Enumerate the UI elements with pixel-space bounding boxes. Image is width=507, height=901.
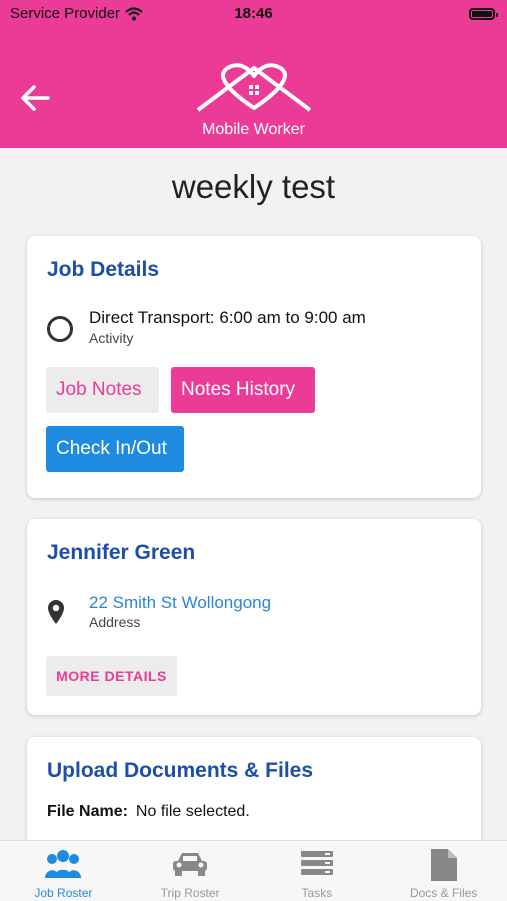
client-address-link[interactable]: 22 Smith St Wollongong bbox=[89, 593, 271, 613]
address-label: Address bbox=[89, 614, 141, 630]
back-arrow-icon[interactable] bbox=[18, 80, 54, 116]
tab-job-roster[interactable]: Job Roster bbox=[0, 841, 127, 901]
notes-history-button[interactable]: Notes History bbox=[171, 367, 315, 413]
tab-label: Docs & Files bbox=[409, 886, 478, 900]
bottom-tab-bar: Job Roster Trip Roster Tasks Docs & File… bbox=[0, 840, 507, 901]
job-details-card: Job Details Direct Transport: 6:00 am to… bbox=[27, 236, 481, 498]
more-details-button[interactable]: MORE DETAILS bbox=[46, 656, 177, 696]
battery-icon bbox=[469, 8, 498, 20]
activity-status-icon[interactable] bbox=[47, 316, 73, 342]
activity-label: Activity bbox=[89, 330, 134, 346]
tab-tasks[interactable]: Tasks bbox=[254, 841, 381, 901]
tab-label: Trip Roster bbox=[160, 886, 220, 900]
file-name-row: File Name: No file selected. bbox=[47, 803, 250, 821]
job-notes-button[interactable]: Job Notes bbox=[46, 367, 159, 413]
job-details-title: Job Details bbox=[47, 258, 160, 281]
page-title: weekly test bbox=[171, 168, 336, 205]
brand-name: Mobile Worker bbox=[202, 121, 305, 138]
file-name-value: No file selected. bbox=[135, 803, 250, 820]
car-icon bbox=[173, 853, 208, 876]
tab-label: Job Roster bbox=[34, 886, 93, 900]
client-name: Jennifer Green bbox=[47, 541, 196, 564]
tab-docs-files[interactable]: Docs & Files bbox=[380, 841, 507, 901]
file-name-label: File Name: bbox=[47, 803, 128, 820]
list-icon bbox=[300, 851, 333, 875]
location-pin-icon bbox=[48, 600, 64, 624]
upload-title: Upload Documents & Files bbox=[47, 759, 314, 782]
activity-time: Direct Transport: 6:00 am to 9:00 am bbox=[89, 308, 366, 327]
people-icon bbox=[45, 850, 82, 878]
tab-label: Tasks bbox=[301, 886, 333, 900]
client-card: Jennifer Green 22 Smith St Wollongong Ad… bbox=[27, 519, 481, 715]
app-header: Service Provider 18:46 Mobile Worker bbox=[0, 0, 507, 148]
tab-trip-roster[interactable]: Trip Roster bbox=[127, 841, 254, 901]
upload-card: Upload Documents & Files File Name: No fi… bbox=[27, 737, 481, 857]
status-time: 18:46 bbox=[234, 5, 273, 22]
document-icon bbox=[430, 849, 457, 881]
check-in-out-button[interactable]: Check In/Out bbox=[46, 426, 184, 472]
mobile-worker-logo bbox=[196, 63, 312, 112]
status-bar: Service Provider 18:46 bbox=[0, 0, 507, 30]
